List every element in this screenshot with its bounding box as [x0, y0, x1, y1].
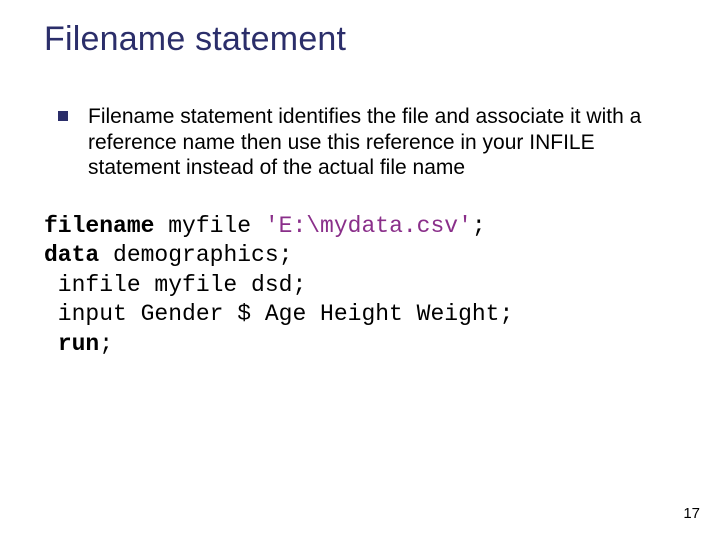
slide: Filename statement Filename statement id…: [0, 0, 720, 540]
code-keyword-run: run: [58, 331, 99, 357]
code-string-path: 'E:\mydata.csv': [265, 213, 472, 239]
code-line-infile: infile myfile dsd;: [44, 272, 306, 298]
slide-title: Filename statement: [44, 20, 346, 59]
page-number: 17: [683, 505, 700, 522]
code-text: myfile: [154, 213, 264, 239]
code-text: ;: [99, 331, 113, 357]
code-text: demographics;: [99, 242, 292, 268]
square-bullet-icon: [58, 111, 68, 121]
code-keyword-data: data: [44, 242, 99, 268]
code-text: [44, 331, 58, 357]
code-block: filename myfile 'E:\mydata.csv'; data de…: [44, 212, 513, 359]
bullet-text: Filename statement identifies the file a…: [88, 104, 668, 181]
bullet-item: Filename statement identifies the file a…: [58, 104, 668, 181]
code-keyword-filename: filename: [44, 213, 154, 239]
code-text: ;: [472, 213, 486, 239]
body-text: Filename statement identifies the file a…: [58, 104, 668, 181]
code-line-input: input Gender $ Age Height Weight;: [44, 301, 513, 327]
